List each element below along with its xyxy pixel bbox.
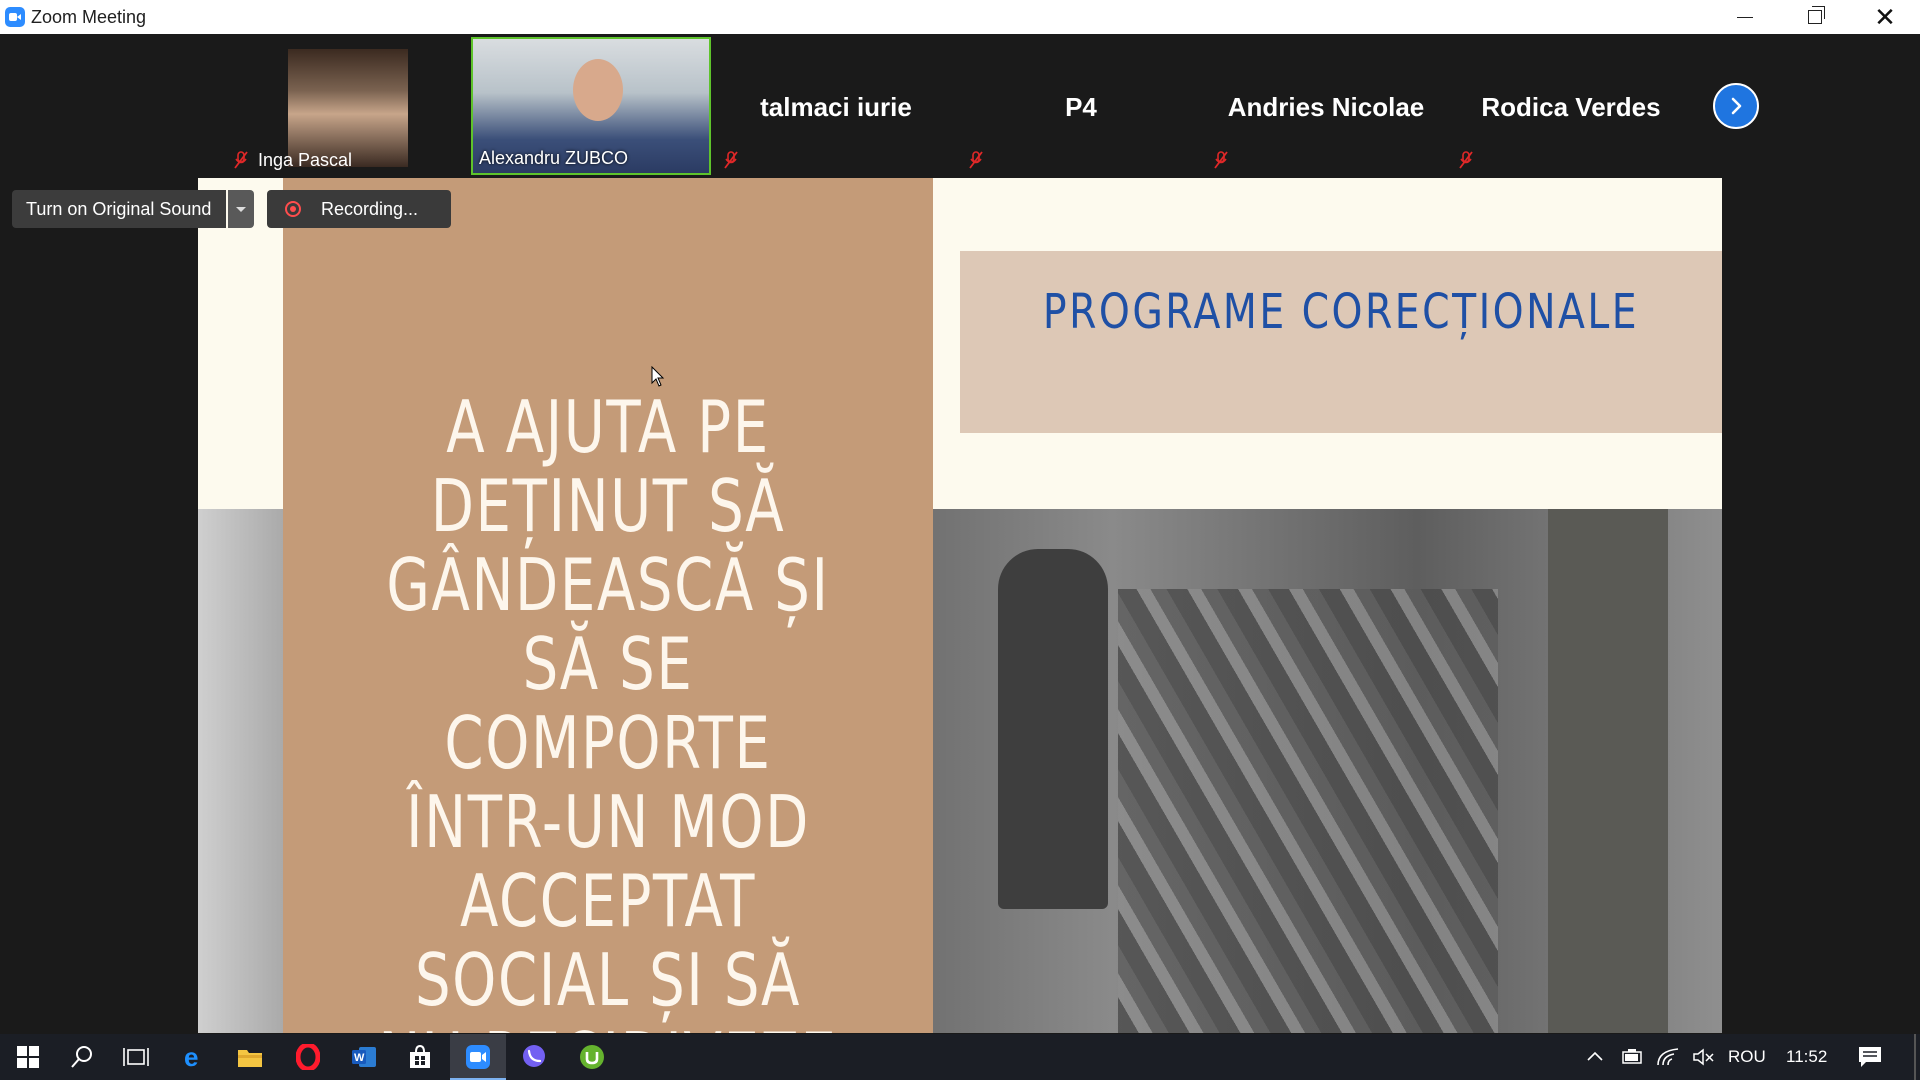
shared-screen-slide: A AJUTA PE DEȚINUT SĂ GÂNDEASCĂ ȘI SĂ SE… bbox=[198, 178, 1722, 1033]
windows-start-icon bbox=[17, 1046, 39, 1068]
mosaic-wall bbox=[1118, 589, 1498, 1033]
edge-app[interactable]: e bbox=[166, 1034, 222, 1080]
svg-text:W: W bbox=[354, 1052, 365, 1064]
muted-mic-icon bbox=[1214, 151, 1228, 169]
window-title: Zoom Meeting bbox=[31, 7, 147, 27]
action-center-icon[interactable] bbox=[1858, 1046, 1882, 1068]
utorrent-app[interactable] bbox=[564, 1034, 620, 1080]
original-sound-button[interactable]: Turn on Original Sound bbox=[12, 190, 226, 228]
svg-text:e: e bbox=[184, 1044, 198, 1070]
minimize-button[interactable] bbox=[1710, 0, 1780, 34]
minimize-icon bbox=[1737, 16, 1753, 18]
file-explorer-icon bbox=[238, 1050, 262, 1067]
participant-name: Andries Nicolae bbox=[1227, 92, 1425, 122]
participant-tile[interactable]: talmaci iurie bbox=[716, 37, 956, 175]
close-icon: ✕ bbox=[1874, 2, 1896, 32]
show-desktop-button[interactable] bbox=[1914, 1034, 1916, 1080]
windows-taskbar: e W ROU 11:52 bbox=[0, 1034, 1920, 1080]
word-icon: W bbox=[352, 1047, 376, 1067]
slide-title: PROGRAME CORECȚIONALE bbox=[1042, 284, 1640, 340]
utorrent-icon bbox=[580, 1045, 604, 1069]
edge-icon: e bbox=[184, 1044, 198, 1070]
battery-icon[interactable] bbox=[1620, 1048, 1644, 1066]
title-bar: Zoom Meeting ✕ bbox=[0, 0, 1920, 34]
participant-tile[interactable]: P4 bbox=[961, 37, 1201, 175]
participant-gallery: Inga Pascal Alexandru ZUBCO talmaci iuri… bbox=[0, 34, 1920, 178]
participant-name: talmaci iurie bbox=[760, 92, 912, 122]
participant-tile-active-speaker[interactable]: Alexandru ZUBCO bbox=[471, 37, 711, 175]
viber-app[interactable] bbox=[506, 1034, 562, 1080]
participant-face bbox=[573, 59, 623, 121]
muted-mic-icon bbox=[724, 151, 738, 169]
quote-panel: A AJUTA PE DEȚINUT SĂ GÂNDEASCĂ ȘI SĂ SE… bbox=[283, 178, 933, 1033]
participant-tile[interactable]: Inga Pascal bbox=[226, 37, 466, 175]
volume-muted-icon[interactable] bbox=[1692, 1048, 1716, 1066]
participant-tile[interactable]: Andries Nicolae bbox=[1206, 37, 1446, 175]
slide-title-box: PROGRAME CORECȚIONALE bbox=[960, 251, 1722, 433]
muted-mic-icon bbox=[234, 151, 248, 169]
search-button[interactable] bbox=[54, 1034, 110, 1080]
participant-name: P4 bbox=[1065, 92, 1097, 122]
slide-quote: A AJUTA PE DEȚINUT SĂ GÂNDEASCĂ ȘI SĂ SE… bbox=[378, 385, 836, 1034]
original-sound-dropdown[interactable] bbox=[228, 190, 254, 228]
word-app[interactable]: W bbox=[336, 1034, 392, 1080]
opera-app[interactable] bbox=[280, 1034, 336, 1080]
zoom-icon bbox=[466, 1045, 490, 1069]
wifi-icon[interactable] bbox=[1656, 1047, 1680, 1067]
recording-dot-icon bbox=[285, 201, 301, 217]
store-app[interactable] bbox=[392, 1034, 448, 1080]
close-button[interactable]: ✕ bbox=[1850, 0, 1920, 34]
task-view-icon bbox=[123, 1048, 149, 1066]
next-page-button[interactable] bbox=[1713, 83, 1759, 129]
participant-name: Alexandru ZUBCO bbox=[479, 148, 629, 168]
cell-door bbox=[1548, 509, 1668, 1033]
start-button[interactable] bbox=[0, 1034, 56, 1080]
file-explorer-app[interactable] bbox=[222, 1034, 278, 1080]
participant-name: Rodica Verdes bbox=[1481, 92, 1661, 122]
show-hidden-icons-icon[interactable] bbox=[1586, 1049, 1604, 1063]
recording-label: Recording... bbox=[321, 198, 419, 219]
zoom-app-icon bbox=[5, 7, 25, 27]
store-icon bbox=[410, 1045, 430, 1068]
restore-button[interactable] bbox=[1780, 0, 1850, 34]
search-icon bbox=[71, 1046, 92, 1068]
mouse-cursor-icon bbox=[651, 366, 665, 387]
restore-icon bbox=[1808, 6, 1825, 24]
muted-mic-icon bbox=[1459, 151, 1473, 169]
participant-tile[interactable]: Rodica Verdes bbox=[1451, 37, 1691, 175]
muted-mic-icon bbox=[969, 151, 983, 169]
task-view-button[interactable] bbox=[108, 1034, 164, 1080]
chevron-right-icon bbox=[1731, 97, 1742, 115]
clock[interactable]: 11:52 bbox=[1786, 1047, 1827, 1067]
guard-figure bbox=[998, 549, 1108, 909]
participant-name: Inga Pascal bbox=[258, 150, 353, 170]
recording-indicator[interactable]: Recording... bbox=[267, 190, 451, 228]
language-indicator[interactable]: ROU bbox=[1728, 1047, 1766, 1067]
opera-icon bbox=[296, 1044, 320, 1070]
zoom-app[interactable] bbox=[450, 1034, 506, 1080]
viber-icon bbox=[523, 1045, 545, 1067]
